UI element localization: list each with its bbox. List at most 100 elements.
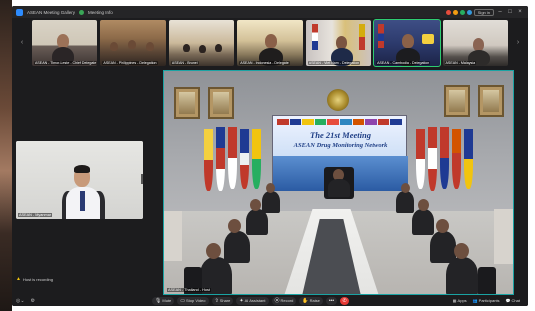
active-speaker-video[interactable]: The 21st Meeting ASEAN Drug Monitoring N… [163, 70, 514, 295]
connection-icon[interactable] [459, 9, 465, 15]
recording-toast: ▲ Host is recording [16, 276, 53, 282]
participant-avatar [214, 44, 222, 52]
video-tile[interactable]: ASEAN - Philippines - Delegation [100, 20, 166, 66]
meeting-window: ASEAN Meeting Gallery Meeting Info Sign … [12, 6, 528, 306]
video-tile[interactable]: ASEAN - Indonesia - Delegate [237, 20, 303, 66]
record-label: Record [280, 298, 294, 303]
self-video-tile[interactable]: ASEAN - Myanmar [16, 141, 143, 219]
status-icon[interactable] [452, 9, 458, 15]
record-icon: ⦿ [274, 298, 280, 304]
emblem-icon [327, 89, 349, 111]
mute-button[interactable]: 🎙 Mute [152, 296, 175, 305]
profile-icon[interactable] [466, 9, 472, 15]
share-button[interactable]: ⇧ Share [211, 296, 234, 305]
flag-icon [311, 24, 318, 50]
apps-label: Apps [457, 298, 467, 303]
flag-icon [428, 127, 437, 191]
chat-button[interactable]: 💬 Chat [506, 298, 520, 303]
tile-label: ASEAN - Malaysia [444, 61, 477, 65]
participant-avatar [128, 40, 137, 49]
hand-icon: ✋ [302, 297, 309, 304]
flag-icon [359, 24, 366, 50]
tile-label: ASEAN - Cambodia - Delegation [376, 61, 431, 65]
attendee-head [436, 219, 449, 233]
document-icon [421, 34, 434, 44]
notification-icon[interactable] [445, 9, 451, 15]
self-hair [74, 165, 90, 173]
attendee [262, 191, 280, 213]
speaker-label: ASEAN - Thailand - Host [167, 288, 211, 292]
flag-icon [228, 127, 237, 189]
chair [478, 267, 496, 294]
raise-hand-button[interactable]: ✋ Raise [299, 296, 323, 305]
video-tile[interactable]: ASEAN - Brunei [168, 20, 235, 66]
attendee-head [266, 183, 275, 193]
flag-icon [204, 129, 213, 191]
banner-subtitle: ASEAN Drug Monitoring Network [293, 142, 388, 149]
ai-assistant-button[interactable]: ✦ AI Assistant [236, 296, 269, 305]
apps-button[interactable]: ▦ Apps [453, 298, 467, 303]
stop-video-button[interactable]: ▭ Stop Video [177, 296, 209, 305]
signin-button[interactable]: Sign in [473, 8, 494, 16]
portrait-frame [208, 87, 234, 119]
attendee [246, 209, 268, 235]
ai-label: AI Assistant [244, 298, 266, 303]
chevron-right-icon[interactable]: › [514, 39, 522, 47]
security-shield-icon[interactable] [79, 9, 85, 15]
attendee-head [401, 183, 410, 193]
participants-icon: 👥 [472, 298, 478, 303]
apps-icon: ▦ [452, 298, 457, 303]
participant-avatar [198, 45, 206, 53]
flag-icon [416, 129, 425, 189]
tile-label: ASEAN - Timor-Leste - Chief Delegate [34, 61, 98, 65]
settings-icon[interactable]: ⚙ [31, 298, 35, 304]
participants-button[interactable]: 👥 Participants [473, 298, 500, 303]
participants-label: Participants [478, 298, 500, 303]
mute-label: Mute [162, 298, 172, 303]
attendee [430, 231, 456, 263]
toast-text: Host is recording [22, 276, 53, 282]
banner-title: The 21st Meeting [310, 130, 371, 140]
attendee-head [250, 199, 261, 211]
close-icon[interactable]: × [516, 9, 524, 15]
portrait-frame [444, 85, 470, 117]
flag-row [277, 119, 402, 125]
raise-label: Raise [309, 298, 320, 303]
video-tile[interactable]: ASEAN - Timor-Leste - Chief Delegate [32, 20, 98, 66]
flag-icon [440, 127, 449, 189]
flag-icon [452, 129, 461, 189]
gallery-strip: ASEAN - Timor-Leste - Chief Delegate ASE… [32, 19, 508, 67]
share-label: Share [219, 298, 231, 303]
end-call-icon[interactable]: ✆ [340, 296, 350, 305]
attendee [396, 191, 414, 213]
meeting-toolbar: ◎⌄ ⚙ 🎙 Mute ▭ Stop Video ⇧ Share ✦ AI Assist… [12, 295, 528, 306]
minimize-icon[interactable]: – [496, 9, 504, 15]
background-photo-edge [0, 0, 12, 311]
participant-avatar [57, 34, 69, 48]
record-button[interactable]: ⦿ Record [271, 296, 297, 305]
meeting-info-link[interactable]: Meeting Info [88, 10, 113, 15]
microphone-icon: 🎙 [155, 297, 162, 304]
attendee-head [206, 243, 221, 259]
title-bar: ASEAN Meeting Gallery Meeting Info Sign … [12, 6, 528, 18]
flag-icon [252, 129, 261, 189]
more-button[interactable]: ••• [325, 296, 338, 305]
tile-label: ASEAN - Indonesia - Delegate [239, 61, 290, 65]
chairperson [328, 179, 350, 197]
participant-avatar [182, 44, 190, 52]
video-tile[interactable]: ASEAN - Viet Nam - Delegation [305, 20, 372, 66]
resize-handle[interactable] [141, 174, 143, 184]
video-tile[interactable]: ASEAN - Malaysia [442, 20, 508, 66]
tile-label: ASEAN - Brunei [170, 61, 199, 65]
audio-settings-icon[interactable]: ◎⌄ [16, 298, 25, 304]
app-logo-icon [16, 8, 23, 16]
chat-label: Chat [511, 298, 520, 303]
chevron-left-icon[interactable]: ‹ [18, 39, 26, 47]
tile-label: ASEAN - Philippines - Delegation [102, 61, 158, 65]
attendee [224, 231, 250, 263]
attendee-head [454, 243, 469, 259]
maximize-icon[interactable]: □ [506, 9, 514, 15]
video-tile-active[interactable]: ASEAN - Cambodia - Delegation [373, 19, 441, 67]
self-video-label: ASEAN - Myanmar [18, 213, 53, 217]
side-desk [164, 211, 182, 261]
